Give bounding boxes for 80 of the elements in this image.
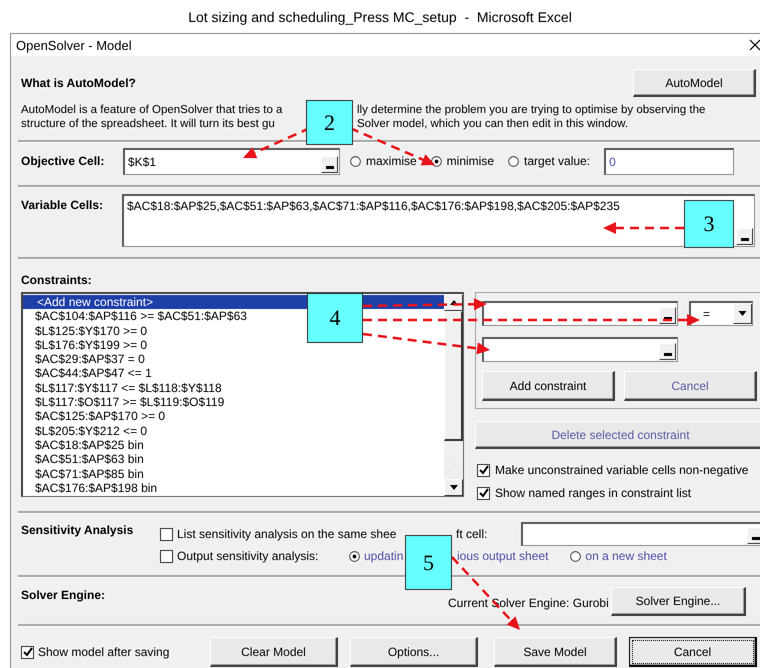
footer-button[interactable]: Options... xyxy=(350,637,478,667)
section-heading: What is AutoModel? xyxy=(21,76,136,90)
description-text: AutoModel is a feature of OpenSolver that tries to a xyxy=(21,103,284,117)
constraint-item[interactable]: $L$117:$O$117 >= $L$119:$O$119 xyxy=(35,395,224,410)
checkbox-label: Show named ranges in constraint list xyxy=(495,486,692,500)
radio-label: ious output sheet xyxy=(457,549,548,563)
description-text: Solver model, which you can then edit in this window. xyxy=(357,117,630,131)
down-arrow-icon xyxy=(450,485,458,490)
constraint-item[interactable]: $AC$44:$AP$47 <= 1 xyxy=(35,366,152,381)
radio-label: maximise xyxy=(366,154,417,168)
scroll-up-button[interactable] xyxy=(444,294,463,311)
relation-dropdown[interactable]: = xyxy=(689,301,753,326)
bar-icon xyxy=(740,238,748,241)
checkbox[interactable] xyxy=(21,646,34,658)
up-arrow-icon xyxy=(450,300,458,305)
range-select-button[interactable] xyxy=(321,156,338,172)
description-text: structure of the spreadsheet. It will turn its best gu xyxy=(21,117,276,131)
radio-label: on a new sheet xyxy=(585,549,667,563)
constraint-item[interactable]: $AC$176:$AP$198 bin xyxy=(35,480,158,496)
radio-label: updatin xyxy=(364,549,404,563)
constraint-item[interactable]: $L$205:$Y$212 <= 0 xyxy=(35,424,148,438)
scroll-thumb[interactable] xyxy=(444,311,463,441)
bar-icon xyxy=(752,537,760,540)
constraint-item[interactable]: $L$125:$Y$170 >= 0 xyxy=(35,324,148,338)
range-select-button[interactable] xyxy=(659,307,676,324)
bar-icon xyxy=(326,166,334,168)
constraint-item[interactable]: $AC$18:$AP$25 bin xyxy=(35,438,144,452)
footer-button[interactable]: Cancel xyxy=(629,637,757,667)
footer-button[interactable]: Save Model xyxy=(494,637,617,667)
bar-icon xyxy=(664,317,672,320)
constraint-rhs-field[interactable] xyxy=(482,337,678,362)
callout: 4 xyxy=(307,293,363,343)
target-value-field[interactable]: 0 xyxy=(604,148,734,174)
checkbox-label: Make unconstrained variable cells non-negative xyxy=(495,463,748,477)
field-label: Variable Cells: xyxy=(21,197,104,212)
constraint-item[interactable]: $AC$29:$AP$37 = 0 xyxy=(35,352,145,366)
section-heading: Constraints: xyxy=(21,273,93,289)
range-select-button[interactable] xyxy=(747,527,760,544)
constraint-item[interactable]: $L$176:$Y$199 >= 0 xyxy=(35,338,148,352)
range-select-button[interactable] xyxy=(736,228,753,245)
constraint-list[interactable] xyxy=(21,292,464,497)
constraint-item[interactable]: $AC$71:$AP$85 bin xyxy=(35,466,144,481)
scroll-down-button[interactable] xyxy=(444,479,463,496)
range-select-button[interactable] xyxy=(659,343,676,360)
down-arrow-icon xyxy=(738,311,747,316)
solver-engine-button[interactable]: Solver Engine... xyxy=(611,587,746,616)
callout: 3 xyxy=(684,200,734,248)
radio-button[interactable] xyxy=(350,156,361,166)
section-heading: Sensitivity Analysis xyxy=(21,523,134,537)
field-label: Objective Cell: xyxy=(21,154,106,168)
callout: 5 xyxy=(405,535,452,590)
callout: 2 xyxy=(306,100,353,145)
checkbox[interactable] xyxy=(160,528,173,540)
bar-icon xyxy=(664,353,672,356)
radio-label: minimise xyxy=(446,154,494,168)
footer-button[interactable]: Clear Model xyxy=(210,637,338,667)
radio-label: target value: xyxy=(524,154,590,168)
checkbox[interactable] xyxy=(477,464,490,476)
scrollbar[interactable] xyxy=(444,294,463,496)
close-icon[interactable] xyxy=(749,39,760,51)
checkbox-label: Output sensitivity analysis: xyxy=(177,549,320,563)
constraint-item[interactable]: $AC$51:$AP$63 bin xyxy=(35,452,144,467)
dialog-title: OpenSolver - Model xyxy=(16,38,132,52)
section-heading: Solver Engine: xyxy=(21,588,106,602)
constraint-button[interactable]: Add constraint xyxy=(482,371,615,401)
checkbox-label: Show model after saving xyxy=(38,645,170,659)
constraint-item[interactable]: $AC$125:$AP$170 >= 0 xyxy=(35,409,166,424)
app-title: Lot sizing and scheduling_Press MC_setup - Microsoft Excel xyxy=(188,8,572,24)
checkbox-label: List sensitivity analysis on the same shee xyxy=(177,527,398,541)
automodel-button[interactable]: AutoModel xyxy=(633,69,756,97)
constraint-item[interactable]: $L$117:$Y$117 <= $L$118:$Y$118 xyxy=(35,380,222,396)
objective-cell-field[interactable]: $K$1 xyxy=(123,148,340,174)
checkbox-label: ft cell: xyxy=(456,527,488,541)
constraint-item[interactable]: $AC$104:$AP$116 >= $AC$51:$AP$63 xyxy=(35,309,247,324)
constraint-lhs-field[interactable] xyxy=(482,301,678,326)
checkbox[interactable] xyxy=(477,486,490,500)
checkbox[interactable] xyxy=(160,550,173,562)
description-text: lly determine the problem you are trying to optimise by observing the xyxy=(357,103,706,117)
radio-button[interactable] xyxy=(508,156,520,166)
sensitivity-cell-field[interactable] xyxy=(521,522,760,546)
